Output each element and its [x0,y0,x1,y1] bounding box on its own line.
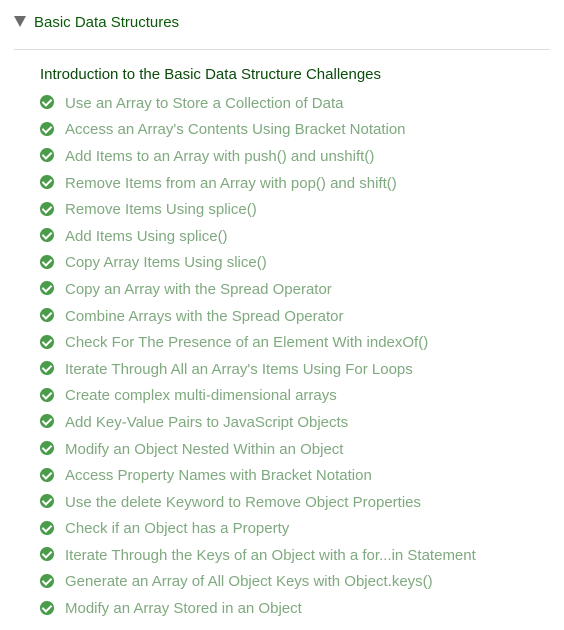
challenge-item[interactable]: Copy an Array with the Spread Operator [40,276,476,303]
challenge-label[interactable]: Add Key-Value Pairs to JavaScript Object… [65,414,348,431]
check-circle-icon [40,228,54,243]
check-circle-icon [40,281,54,296]
check-circle-icon [40,600,54,615]
section-divider [14,49,550,50]
caret-down-icon[interactable] [14,15,26,27]
challenge-label[interactable]: Modify an Object Nested Within an Object [65,441,343,458]
challenge-list: Use an Array to Store a Collection of Da… [40,90,476,622]
challenge-label[interactable]: Copy Array Items Using slice() [65,254,267,271]
check-circle-icon [40,387,54,402]
check-circle-icon [40,254,54,269]
check-circle-icon [40,467,54,482]
challenge-item[interactable]: Generate an Array of All Object Keys wit… [40,569,476,596]
challenge-label[interactable]: Access Property Names with Bracket Notat… [65,467,372,484]
challenge-label[interactable]: Add Items to an Array with push() and un… [65,148,374,165]
check-circle-icon [40,520,54,535]
check-circle-icon [40,175,54,190]
challenge-item[interactable]: Add Key-Value Pairs to JavaScript Object… [40,409,476,436]
check-circle-icon [40,121,54,136]
intro-link[interactable]: Introduction to the Basic Data Structure… [40,64,381,86]
challenge-item[interactable]: Use the delete Keyword to Remove Object … [40,489,476,516]
challenge-label[interactable]: Remove Items from an Array with pop() an… [65,175,397,192]
challenge-item[interactable]: Remove Items Using splice() [40,196,476,223]
challenge-label[interactable]: Modify an Array Stored in an Object [65,600,302,617]
challenge-item[interactable]: Combine Arrays with the Spread Operator [40,303,476,330]
section-title[interactable]: Basic Data Structures [34,14,179,31]
challenge-item[interactable]: Modify an Array Stored in an Object [40,595,476,622]
challenge-label[interactable]: Remove Items Using splice() [65,201,257,218]
challenge-item[interactable]: Use an Array to Store a Collection of Da… [40,90,476,117]
challenge-label[interactable]: Use the delete Keyword to Remove Object … [65,494,421,511]
section-header-basic-data-structures[interactable]: Basic Data Structures [14,10,179,34]
challenge-label[interactable]: Use an Array to Store a Collection of Da… [65,95,343,112]
challenge-label[interactable]: Add Items Using splice() [65,228,228,245]
check-circle-icon [40,308,54,323]
challenge-item[interactable]: Iterate Through All an Array's Items Usi… [40,356,476,383]
check-circle-icon [40,201,54,216]
check-circle-icon [40,361,54,376]
challenge-item[interactable]: Create complex multi-dimensional arrays [40,383,476,410]
check-circle-icon [40,441,54,456]
check-circle-icon [40,414,54,429]
challenge-item[interactable]: Remove Items from an Array with pop() an… [40,170,476,197]
challenge-label[interactable]: Access an Array's Contents Using Bracket… [65,121,406,138]
challenge-item[interactable]: Access Property Names with Bracket Notat… [40,462,476,489]
check-circle-icon [40,334,54,349]
challenge-item[interactable]: Check For The Presence of an Element Wit… [40,329,476,356]
challenge-item[interactable]: Copy Array Items Using slice() [40,250,476,277]
check-circle-icon [40,547,54,562]
challenge-item[interactable]: Modify an Object Nested Within an Object [40,436,476,463]
challenge-item[interactable]: Iterate Through the Keys of an Object wi… [40,542,476,569]
challenge-label[interactable]: Create complex multi-dimensional arrays [65,387,337,404]
challenge-label[interactable]: Copy an Array with the Spread Operator [65,281,332,298]
challenge-label[interactable]: Combine Arrays with the Spread Operator [65,308,343,325]
check-circle-icon [40,494,54,509]
check-circle-icon [40,573,54,588]
challenge-item[interactable]: Add Items to an Array with push() and un… [40,143,476,170]
challenge-item[interactable]: Add Items Using splice() [40,223,476,250]
challenge-item[interactable]: Access an Array's Contents Using Bracket… [40,117,476,144]
challenge-label[interactable]: Generate an Array of All Object Keys wit… [65,573,433,590]
challenge-label[interactable]: Check For The Presence of an Element Wit… [65,334,428,351]
challenge-label[interactable]: Iterate Through the Keys of an Object wi… [65,547,476,564]
challenge-label[interactable]: Iterate Through All an Array's Items Usi… [65,361,413,378]
check-circle-icon [40,148,54,163]
challenge-label[interactable]: Check if an Object has a Property [65,520,289,537]
challenge-item[interactable]: Check if an Object has a Property [40,516,476,543]
check-circle-icon [40,95,54,110]
